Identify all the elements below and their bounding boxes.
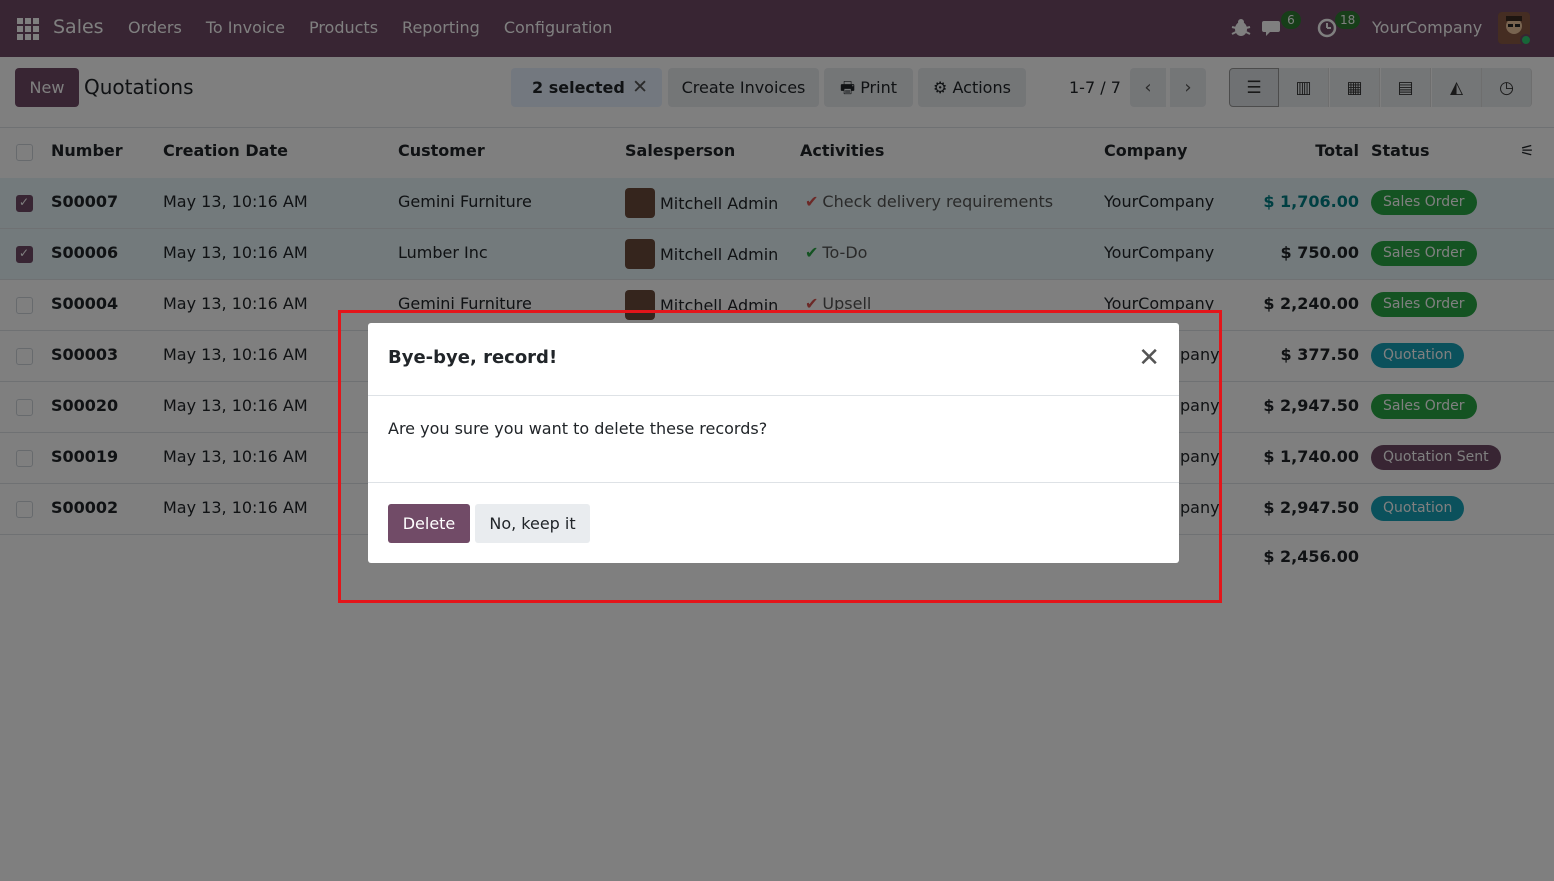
dialog-title: Bye-bye, record! bbox=[388, 347, 558, 368]
dialog-divider bbox=[368, 395, 1179, 396]
dialog-divider bbox=[368, 482, 1179, 483]
close-icon[interactable]: ✕ bbox=[1138, 345, 1160, 371]
delete-button[interactable]: Delete bbox=[388, 504, 470, 543]
keep-button[interactable]: No, keep it bbox=[475, 504, 590, 543]
dialog-message: Are you sure you want to delete these re… bbox=[388, 419, 768, 438]
delete-confirm-dialog: Bye-bye, record! ✕ Are you sure you want… bbox=[368, 323, 1179, 563]
